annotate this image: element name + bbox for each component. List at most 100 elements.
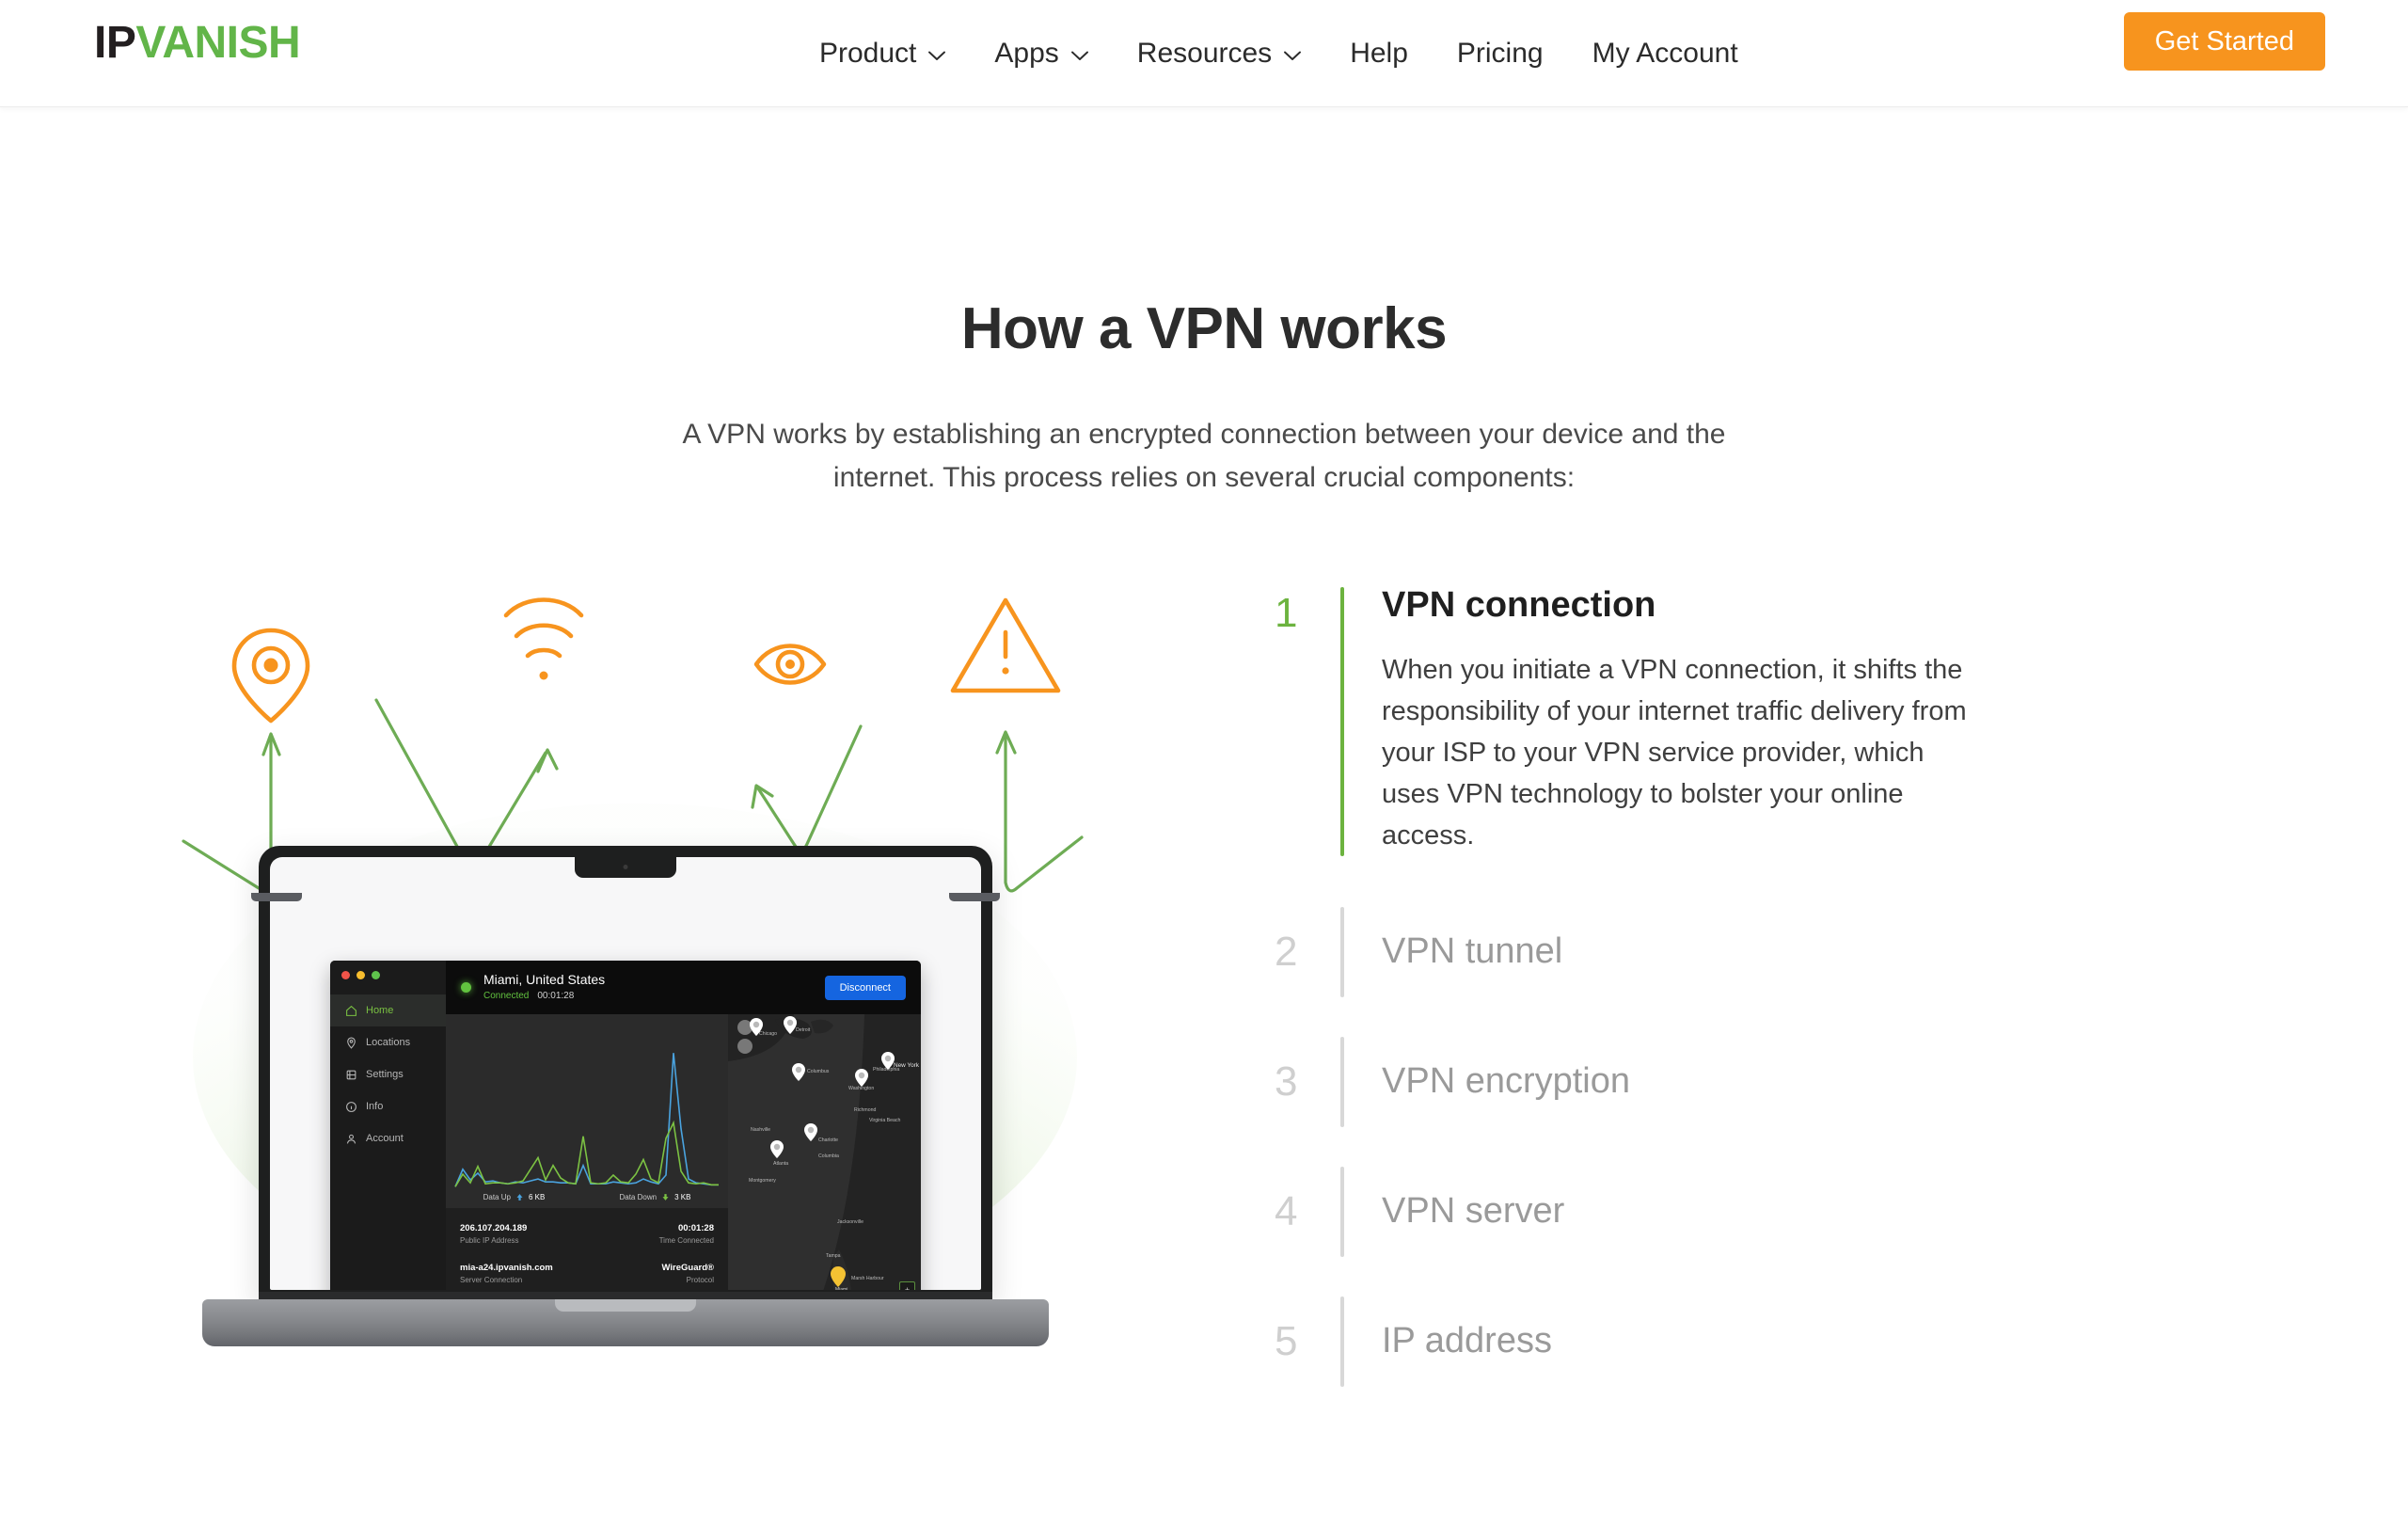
map-city-label: Columbia xyxy=(818,1153,839,1159)
maximize-window-icon[interactable] xyxy=(372,971,380,979)
step-content: VPN server xyxy=(1344,1191,2027,1232)
connection-timer: 00:01:28 xyxy=(537,991,575,1002)
app-connection-bar: Miami, United States Connected 00:01:28 D… xyxy=(446,961,921,1014)
stat-protocol-label: Protocol xyxy=(686,1276,714,1284)
app-sidebar-item-info[interactable]: Info xyxy=(330,1090,446,1122)
map-city-label: Atlanta xyxy=(773,1161,788,1167)
connection-meta: Miami, United States Connected 00:01:28 xyxy=(483,972,825,1004)
server-map-svg: Chicago Detroit Columbus New York Philad… xyxy=(728,1014,921,1290)
connection-stats: 206.107.204.189 Public IP Address 00:01:… xyxy=(446,1208,728,1290)
laptop-lid: Home Locations Settings Info Account Mia… xyxy=(259,846,992,1299)
connection-status-text: Connected xyxy=(483,991,530,1002)
step-number: 1 xyxy=(1275,590,1298,636)
legend-data-down-value: 3 KB xyxy=(674,1193,691,1201)
map-city-label: Miami xyxy=(835,1287,848,1290)
arrow-down-icon xyxy=(662,1194,669,1201)
map-city-label: Nashville xyxy=(751,1127,770,1133)
step-item-ip-address[interactable]: 5 IP address xyxy=(1275,1296,2027,1388)
step-title: VPN connection xyxy=(1382,585,1656,625)
app-sidebar-item-settings[interactable]: Settings xyxy=(330,1058,446,1090)
legend-data-down: Data Down 3 KB xyxy=(619,1193,690,1201)
step-content: VPN encryption xyxy=(1344,1061,2027,1102)
map-city-label: Washington xyxy=(848,1086,874,1091)
step-item-vpn-server[interactable]: 4 VPN server xyxy=(1275,1167,2027,1258)
disconnect-button[interactable]: Disconnect xyxy=(824,975,906,1000)
legend-data-up: Data Up 6 KB xyxy=(483,1193,546,1201)
chart-series-data-down xyxy=(455,1053,719,1186)
page-content: How a VPN works A VPN works by establish… xyxy=(0,107,2408,1527)
nav-label-apps: Apps xyxy=(994,38,1059,69)
eye-icon xyxy=(753,644,827,685)
step-content: VPN tunnel xyxy=(1344,932,2027,971)
step-item-vpn-tunnel[interactable]: 2 VPN tunnel xyxy=(1275,907,2027,998)
window-traffic-lights xyxy=(341,971,380,979)
app-sidebar-item-account[interactable]: Account xyxy=(330,1122,446,1154)
app-sidebar-label-locations: Locations xyxy=(366,1037,411,1048)
brand-logo[interactable]: IPVANISH xyxy=(94,18,301,68)
server-map[interactable]: Chicago Detroit Columbus New York Philad… xyxy=(728,1014,921,1290)
nav-label-help: Help xyxy=(1350,38,1408,69)
arrow-up-icon xyxy=(516,1194,523,1201)
get-started-button[interactable]: Get Started xyxy=(2123,12,2325,71)
app-body: Data Up 6 KB Data Down 3 KB 206.107.204.… xyxy=(446,1014,921,1290)
nav-label-resources: Resources xyxy=(1136,38,1273,69)
nav-label-product: Product xyxy=(819,38,917,69)
map-city-label: Montgomery xyxy=(749,1178,776,1184)
step-spacer xyxy=(1275,997,2027,1037)
step-item-vpn-connection[interactable]: 1 VPN connection When you initiate a VPN… xyxy=(1275,585,2027,867)
map-zoom-controls[interactable]: + − xyxy=(899,1281,915,1290)
nav-item-resources[interactable]: Resources xyxy=(1113,30,1325,77)
step-title: VPN server xyxy=(1382,1191,1565,1232)
throughput-chart-svg xyxy=(446,1014,728,1208)
map-city-label: Tampa xyxy=(826,1253,841,1259)
map-city-label: Chicago xyxy=(759,1031,777,1037)
app-sidebar-item-locations[interactable]: Locations xyxy=(330,1026,446,1058)
vpn-app-window: Home Locations Settings Info Account Mia… xyxy=(330,961,921,1290)
nav-item-help[interactable]: Help xyxy=(1325,30,1433,77)
legend-data-up-value: 6 KB xyxy=(528,1193,546,1201)
sliders-icon xyxy=(344,1068,357,1081)
app-sidebar-label-account: Account xyxy=(366,1133,404,1144)
stat-server-connection-value: mia-a24.ipvanish.com xyxy=(460,1263,553,1273)
chart-series-data-up xyxy=(455,1122,719,1186)
step-spacer xyxy=(1275,1127,2027,1167)
vpn-steps-accordion: 1 VPN connection When you initiate a VPN… xyxy=(1275,585,2027,1388)
stat-time-connected-value: 00:01:28 xyxy=(677,1223,714,1233)
page-subtitle: A VPN works by establishing an encrypted… xyxy=(682,419,1726,493)
stat-row: mia-a24.ipvanish.com Server Connection W… xyxy=(460,1263,714,1284)
minimize-window-icon[interactable] xyxy=(356,971,365,979)
map-city-label: Detroit xyxy=(796,1027,811,1033)
pin-icon xyxy=(344,1036,357,1049)
map-city-label: Richmond xyxy=(854,1107,876,1113)
laptop-base xyxy=(202,1299,1049,1346)
logo-text-vanish: VANISH xyxy=(135,18,301,68)
connection-location: Miami, United States xyxy=(483,971,606,987)
map-city-label: Marsh Harbour xyxy=(851,1276,884,1281)
stat-public-ip-value: 206.107.204.189 xyxy=(460,1223,528,1233)
vpn-illustration: Home Locations Settings Info Account Mia… xyxy=(132,559,1242,1406)
step-title: VPN encryption xyxy=(1382,1061,1631,1102)
stat-server-connection-label: Server Connection xyxy=(460,1276,523,1284)
laptop-mockup: Home Locations Settings Info Account Mia… xyxy=(202,846,1049,1373)
step-content: VPN connection When you initiate a VPN c… xyxy=(1344,585,2027,856)
nav-item-product[interactable]: Product xyxy=(795,30,970,77)
warning-triangle-icon xyxy=(950,597,1061,693)
connection-status-row: Connected 00:01:28 xyxy=(483,990,825,1003)
chevron-down-icon xyxy=(1070,51,1088,61)
close-window-icon[interactable] xyxy=(341,971,350,979)
stat-row: 206.107.204.189 Public IP Address 00:01:… xyxy=(460,1223,714,1245)
wifi-icon xyxy=(503,597,584,680)
step-item-vpn-encryption[interactable]: 3 VPN encryption xyxy=(1275,1037,2027,1128)
app-sidebar-label-info: Info xyxy=(366,1101,384,1112)
app-main: Miami, United States Connected 00:01:28 D… xyxy=(446,961,921,1290)
stat-time-connected-label: Time Connected xyxy=(658,1236,714,1245)
chart-legend: Data Up 6 KB Data Down 3 KB xyxy=(446,1193,728,1201)
stat-protocol: WireGuard® Protocol xyxy=(662,1263,714,1284)
nav-item-apps[interactable]: Apps xyxy=(970,30,1112,77)
map-zoom-in-button[interactable]: + xyxy=(900,1282,914,1290)
step-number: 4 xyxy=(1275,1188,1298,1235)
nav-item-my-account[interactable]: My Account xyxy=(1568,30,1763,77)
app-sidebar-item-home[interactable]: Home xyxy=(330,994,446,1026)
app-sidebar: Home Locations Settings Info Account xyxy=(330,961,446,1290)
nav-item-pricing[interactable]: Pricing xyxy=(1433,30,1568,77)
